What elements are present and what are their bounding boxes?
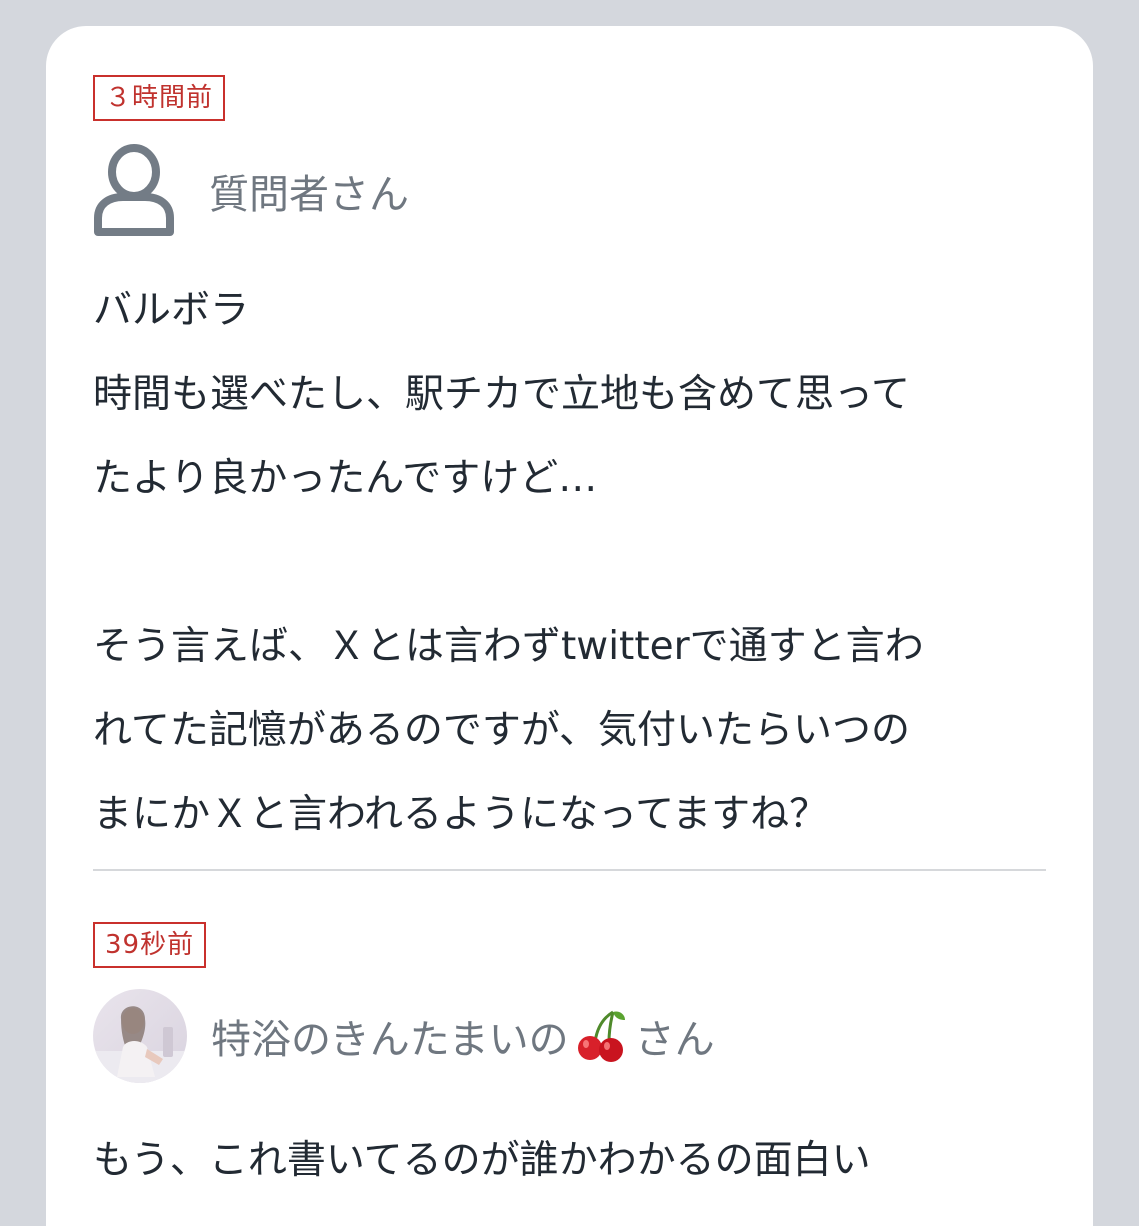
time-badge: ３時間前 (93, 75, 226, 121)
user-row[interactable]: 質問者さん (93, 143, 1046, 239)
avatar[interactable] (93, 989, 187, 1083)
user-name-text: 特浴のきんたまいの (211, 1017, 569, 1063)
user-name[interactable]: 特浴のきんたまいの さん (211, 1007, 715, 1065)
cherry-icon (573, 1008, 629, 1064)
time-badge: 39秒前 (93, 922, 207, 968)
question-post: ３時間前 質問者さん バルボラ 時間も選べたし、駅チカで立地も含めて思って たよ… (93, 26, 1046, 857)
answer-post: 39秒前 特浴のきんたまいの さん もう、これ書いてるのが誰かわかるの面白い (93, 871, 1046, 1202)
user-name[interactable]: 質問者さん (209, 162, 409, 220)
user-row[interactable]: 特浴のきんたまいの さん (93, 988, 1046, 1084)
qa-card: ３時間前 質問者さん バルボラ 時間も選べたし、駅チカで立地も含めて思って たよ… (46, 26, 1093, 1226)
post-body: もう、これ書いてるのが誰かわかるの面白い (93, 1138, 871, 1183)
post-body: バルボラ 時間も選べたし、駅チカで立地も含めて思って たより良かったんですけど…… (93, 288, 924, 837)
user-outline-icon (93, 143, 175, 239)
user-name-suffix: さん (634, 1017, 715, 1063)
